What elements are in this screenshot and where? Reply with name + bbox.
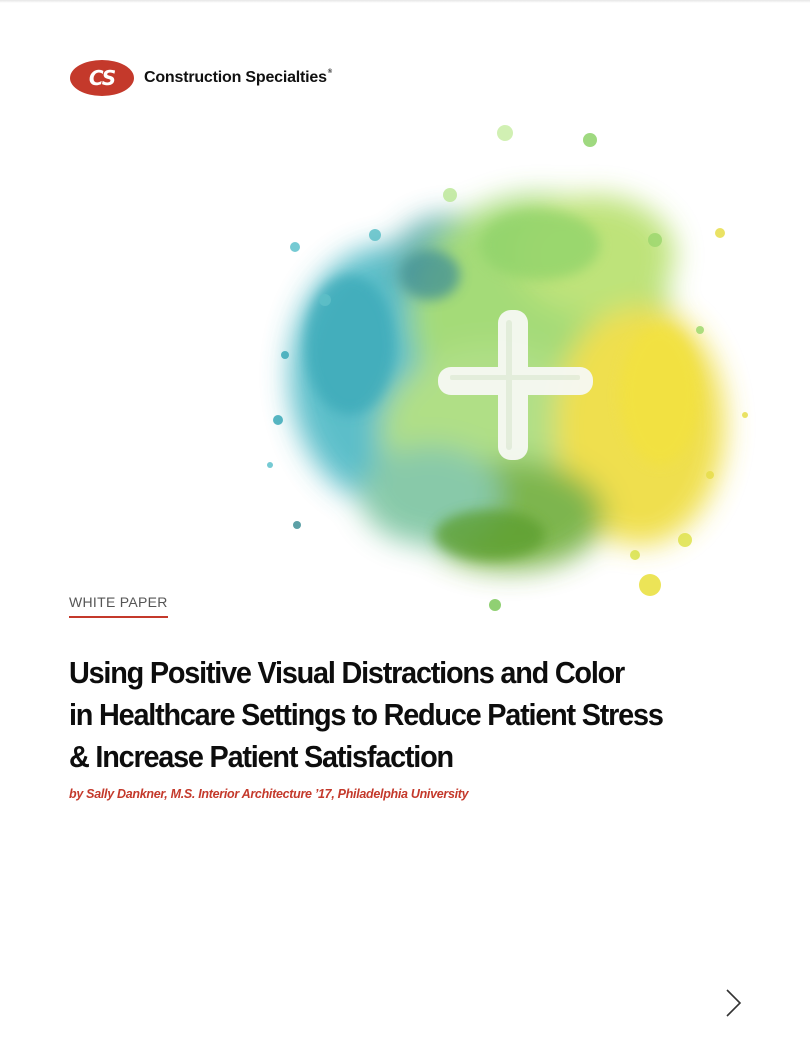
registered-mark: ®: [327, 69, 333, 75]
title-line-1: Using Positive Visual Distractions and C…: [69, 655, 625, 690]
title-line-2: in Healthcare Settings to Reduce Patient…: [69, 697, 664, 732]
top-edge-shadow: [0, 0, 810, 3]
author-byline: by Sally Dankner, M.S. Interior Architec…: [69, 787, 469, 801]
cs-logo-mark: CS: [70, 60, 134, 96]
watercolor-plus-icon: [267, 125, 748, 611]
brand-name-text: Construction Specialties: [144, 69, 327, 86]
page-title: Using Positive Visual Distractions and C…: [69, 652, 720, 778]
document-type-label: WHITE PAPER: [69, 594, 168, 618]
chevron-right-icon[interactable]: [718, 987, 748, 1019]
brand-logo: CS Construction Specialties®: [70, 59, 332, 97]
brand-name: Construction Specialties®: [144, 69, 332, 87]
title-line-3: & Increase Patient Satisfaction: [69, 739, 454, 774]
